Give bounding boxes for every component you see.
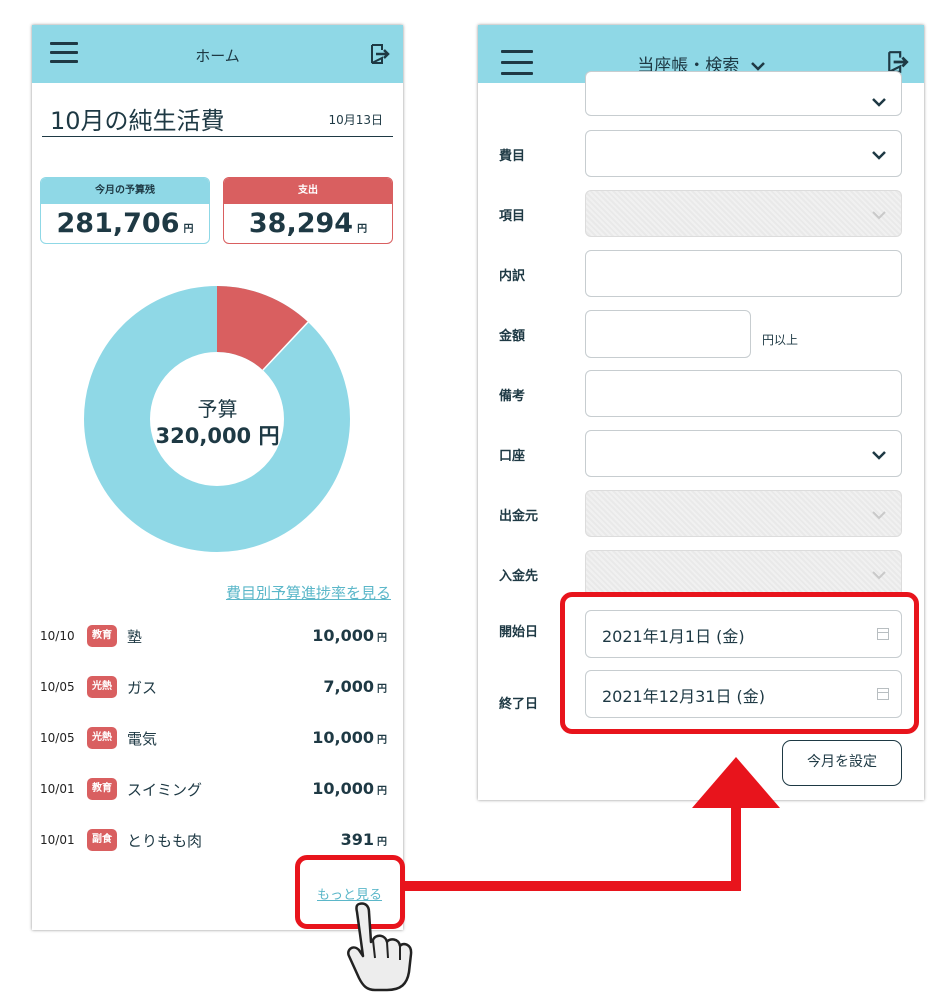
arrow-head	[692, 757, 780, 808]
pointing-hand-icon	[347, 902, 413, 992]
flow-arrow	[405, 757, 780, 891]
arrow-line	[405, 800, 741, 891]
